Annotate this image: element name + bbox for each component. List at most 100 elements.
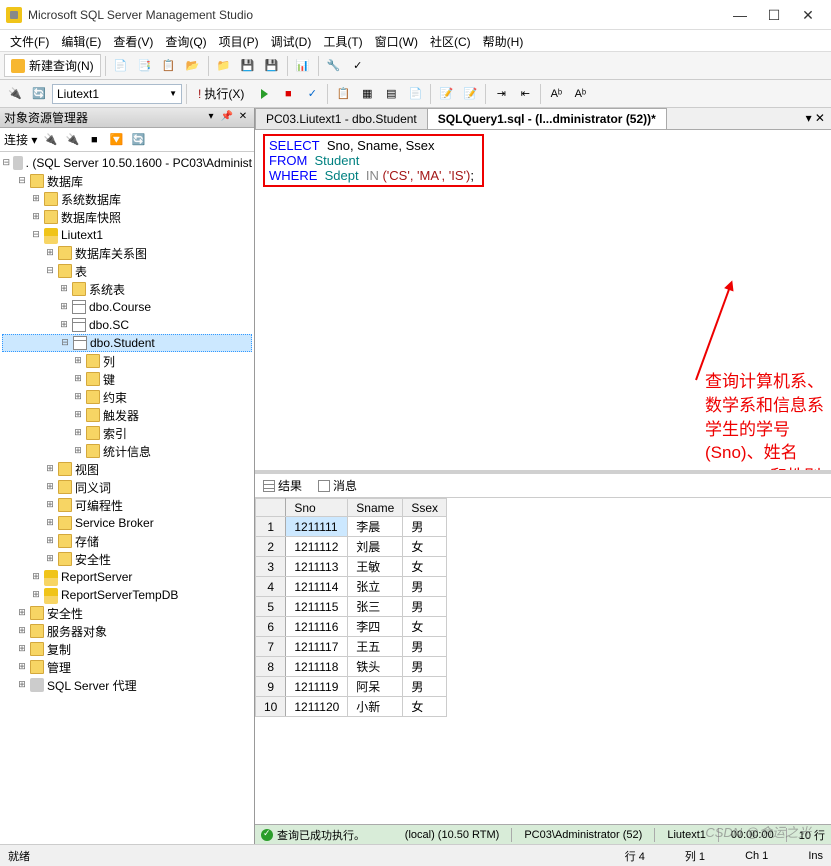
table-row[interactable]: 61211116李四女 [256, 617, 447, 637]
tree-table-course[interactable]: dbo.Course [89, 300, 151, 314]
results-grid-icon[interactable]: ▦ [356, 83, 378, 105]
tree-topsec[interactable]: 安全性 [47, 605, 83, 622]
tree-manage[interactable]: 管理 [47, 659, 71, 676]
table-row[interactable]: 101211120小新女 [256, 697, 447, 717]
parse-icon[interactable]: ✓ [301, 83, 323, 105]
tree-synonyms[interactable]: 同义词 [75, 479, 111, 496]
tree-prog[interactable]: 可编程性 [75, 497, 123, 514]
messages-tab[interactable]: 消息 [314, 475, 361, 496]
stop-icon[interactable]: ■ [85, 131, 103, 149]
tree-systables[interactable]: 系统表 [89, 281, 125, 298]
uncomment-icon[interactable]: 📝 [459, 83, 481, 105]
menu-query[interactable]: 查询(Q) [159, 30, 212, 51]
menu-window[interactable]: 窗口(W) [369, 30, 424, 51]
filter-icon[interactable]: 🔽 [107, 131, 125, 149]
debug-icon[interactable] [253, 83, 275, 105]
sql-editor[interactable]: SELECT Sno, Sname, Ssex FROM Student WHE… [255, 130, 831, 470]
menu-help[interactable]: 帮助(H) [477, 30, 530, 51]
results-text-icon[interactable]: ▤ [380, 83, 402, 105]
connect-label[interactable]: 连接 ▾ [4, 131, 37, 148]
maximize-button[interactable]: ☐ [757, 3, 791, 27]
tree-agent[interactable]: SQL Server 代理 [47, 677, 137, 694]
tree-server[interactable]: . (SQL Server 10.50.1600 - PC03\Administ [26, 156, 252, 170]
grid-icon [263, 480, 275, 492]
close-pane-icon[interactable]: ✕ [236, 111, 250, 125]
results-tab[interactable]: 结果 [259, 475, 306, 496]
tree-sb[interactable]: Service Broker [75, 516, 154, 530]
toolbar-icon[interactable]: 📋 [158, 55, 180, 77]
tab-query-editor[interactable]: SQLQuery1.sql - (l...dministrator (52))* [427, 108, 667, 129]
close-button[interactable]: ✕ [791, 3, 825, 27]
toolbar-icon[interactable]: Aᵇ [569, 83, 591, 105]
dropdown-icon[interactable]: ▾ [204, 111, 218, 125]
tree-dbdiag[interactable]: 数据库关系图 [75, 245, 147, 262]
connect-icon[interactable]: 🔌 [41, 131, 59, 149]
connect-icon[interactable]: 🔌 [4, 83, 26, 105]
tree-tables[interactable]: 表 [75, 263, 87, 280]
table-row[interactable]: 51211115张三男 [256, 597, 447, 617]
table-row[interactable]: 31211113王敏女 [256, 557, 447, 577]
disconnect-icon[interactable]: 🔌 [63, 131, 81, 149]
outdent-icon[interactable]: ⇤ [514, 83, 536, 105]
tree-constraints[interactable]: 约束 [103, 389, 127, 406]
tree-databases[interactable]: 数据库 [47, 173, 83, 190]
change-conn-icon[interactable]: 🔄 [28, 83, 50, 105]
table-row[interactable]: 91211119阿呆男 [256, 677, 447, 697]
menu-file[interactable]: 文件(F) [4, 30, 55, 51]
indent-icon[interactable]: ⇥ [490, 83, 512, 105]
tab-dropdown-icon[interactable]: ▾ ✕ [800, 108, 831, 129]
tree-repl[interactable]: 复制 [47, 641, 71, 658]
tab-table-designer[interactable]: PC03.Liutext1 - dbo.Student [255, 108, 428, 129]
tree-rs[interactable]: ReportServer [61, 570, 132, 584]
table-row[interactable]: 41211114张立男 [256, 577, 447, 597]
activity-icon[interactable]: 📊 [292, 55, 314, 77]
open-icon[interactable]: 📁 [213, 55, 235, 77]
tree-storage[interactable]: 存储 [75, 533, 99, 550]
toolbar-icon[interactable]: 📑 [134, 55, 156, 77]
menu-community[interactable]: 社区(C) [424, 30, 477, 51]
tree-dbsnap[interactable]: 数据库快照 [61, 209, 121, 226]
tree-triggers[interactable]: 触发器 [103, 407, 139, 424]
toolbar-icon[interactable]: 📋 [332, 83, 354, 105]
menu-debug[interactable]: 调试(D) [265, 30, 318, 51]
menu-tools[interactable]: 工具(T) [317, 30, 368, 51]
tree-views[interactable]: 视图 [75, 461, 99, 478]
execute-button[interactable]: ! 执行(X) [191, 82, 251, 105]
tree-serverobj[interactable]: 服务器对象 [47, 623, 107, 640]
tree-security[interactable]: 安全性 [75, 551, 111, 568]
tree-keys[interactable]: 键 [103, 371, 115, 388]
chevron-down-icon: ▼ [169, 89, 177, 98]
menu-view[interactable]: 查看(V) [107, 30, 159, 51]
object-tree[interactable]: ⊟. (SQL Server 10.50.1600 - PC03\Adminis… [0, 152, 254, 844]
database-selector[interactable]: Liutext1 ▼ [52, 84, 182, 104]
tree-table-sc[interactable]: dbo.SC [89, 318, 129, 332]
results-file-icon[interactable]: 📄 [404, 83, 426, 105]
menu-project[interactable]: 项目(P) [213, 30, 265, 51]
toolbar-icon[interactable]: 📂 [182, 55, 204, 77]
tree-indexes[interactable]: 索引 [103, 425, 127, 442]
toolbar-icon[interactable]: 🔧 [323, 55, 345, 77]
tree-cols[interactable]: 列 [103, 353, 115, 370]
results-grid[interactable]: SnoSnameSsex 11211111李晨男21211112刘晨女31211… [255, 498, 831, 824]
menu-edit[interactable]: 编辑(E) [55, 30, 107, 51]
tree-userdb[interactable]: Liutext1 [61, 228, 103, 242]
tree-rstmp[interactable]: ReportServerTempDB [61, 588, 178, 602]
tree-stats[interactable]: 统计信息 [103, 443, 151, 460]
table-row[interactable]: 71211117王五男 [256, 637, 447, 657]
toolbar-icon[interactable]: Aᵇ [545, 83, 567, 105]
new-query-button[interactable]: 新建查询(N) [4, 54, 101, 77]
stop-icon[interactable]: ■ [277, 83, 299, 105]
toolbar-icon[interactable]: 📄 [110, 55, 132, 77]
save-icon[interactable]: 💾 [237, 55, 259, 77]
toolbar-icon[interactable]: ✓ [347, 55, 369, 77]
save-all-icon[interactable]: 💾 [261, 55, 283, 77]
comment-icon[interactable]: 📝 [435, 83, 457, 105]
tree-table-student[interactable]: dbo.Student [90, 336, 155, 350]
tree-sysdb[interactable]: 系统数据库 [61, 191, 121, 208]
refresh-icon[interactable]: 🔄 [129, 131, 147, 149]
table-row[interactable]: 81211118铁头男 [256, 657, 447, 677]
pin-icon[interactable]: 📌 [220, 111, 234, 125]
table-row[interactable]: 11211111李晨男 [256, 517, 447, 537]
minimize-button[interactable]: — [723, 3, 757, 27]
table-row[interactable]: 21211112刘晨女 [256, 537, 447, 557]
